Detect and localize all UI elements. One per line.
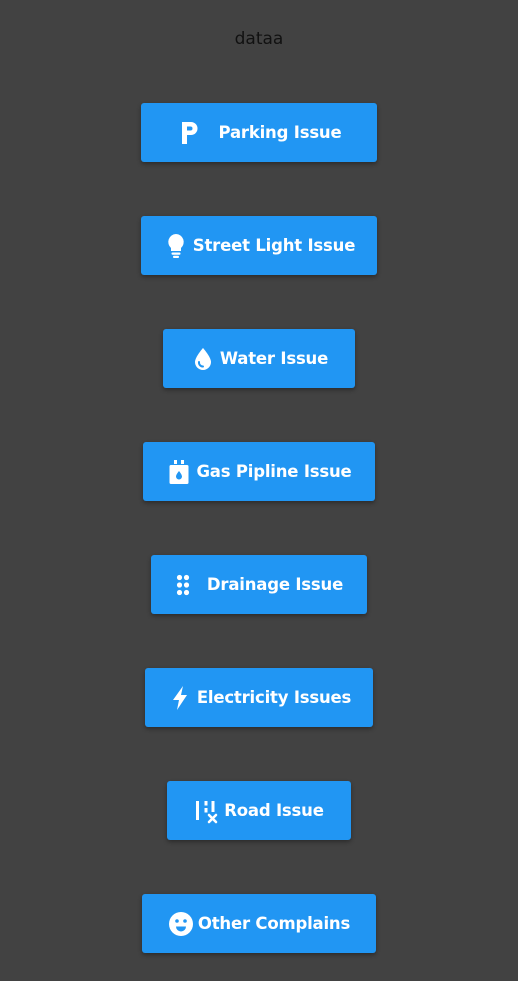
other-complains-button[interactable]: Other Complains	[142, 894, 376, 953]
lightning-bolt-icon	[167, 685, 193, 711]
electricity-issues-label: Electricity Issues	[196, 688, 352, 707]
water-issue-label: Water Issue	[219, 349, 329, 368]
other-complains-label: Other Complains	[197, 914, 351, 933]
lightbulb-icon	[163, 233, 189, 259]
drainage-issue-label: Drainage Issue	[206, 575, 344, 594]
parking-issue-button[interactable]: Parking Issue	[141, 103, 377, 162]
gas-canister-icon	[166, 459, 192, 485]
drainage-dots-icon	[175, 572, 191, 598]
drainage-issue-button[interactable]: Drainage Issue	[151, 555, 367, 614]
road-blocked-icon	[194, 798, 220, 824]
water-issue-button[interactable]: Water Issue	[163, 329, 355, 388]
water-drop-icon	[190, 346, 216, 372]
gas-pipline-issue-button[interactable]: Gas Pipline Issue	[143, 442, 375, 501]
street-light-issue-button[interactable]: Street Light Issue	[141, 216, 377, 275]
page-title: dataa	[234, 29, 284, 49]
road-issue-label: Road Issue	[224, 801, 324, 820]
street-light-issue-label: Street Light Issue	[192, 236, 356, 255]
parking-icon	[177, 120, 203, 146]
smiley-face-icon	[168, 911, 194, 937]
electricity-issues-button[interactable]: Electricity Issues	[145, 668, 373, 727]
parking-issue-label: Parking Issue	[218, 123, 342, 142]
gas-pipline-issue-label: Gas Pipline Issue	[196, 462, 352, 481]
road-issue-button[interactable]: Road Issue	[167, 781, 351, 840]
